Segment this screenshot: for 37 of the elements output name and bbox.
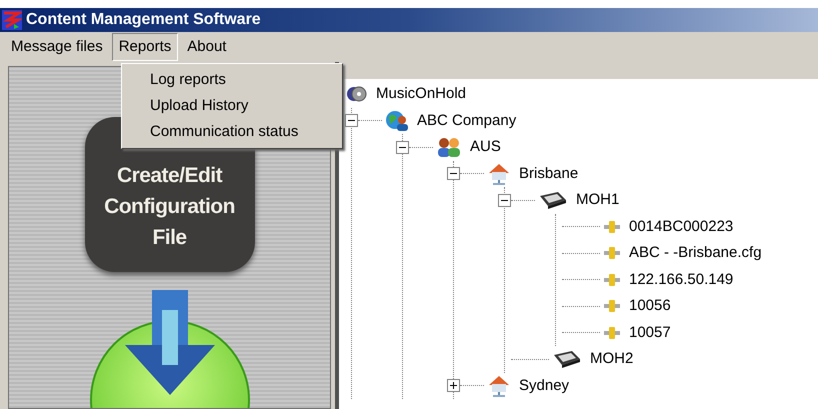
menu-item[interactable]: Message files <box>4 32 110 62</box>
people-icon <box>436 136 462 158</box>
tree-item-label[interactable]: MOH2 <box>590 348 634 370</box>
tree-item-label[interactable]: AUS <box>470 136 501 158</box>
window-title: Content Management Software <box>26 10 261 30</box>
device-icon <box>552 349 582 370</box>
tree-item-label[interactable]: 0014BC000223 <box>629 216 734 238</box>
menu-item[interactable]: About <box>180 32 234 62</box>
plus-icon <box>449 381 458 390</box>
tree-item-label[interactable]: 10057 <box>629 322 671 344</box>
expander-toggle[interactable] <box>345 114 358 128</box>
tree-item-label[interactable]: 122.166.50.149 <box>629 268 734 291</box>
dropdown-menu-item[interactable]: Upload History <box>122 93 342 119</box>
disc-icon <box>346 84 368 104</box>
expander-toggle[interactable] <box>396 140 409 154</box>
expander-toggle[interactable] <box>447 167 460 180</box>
tree-item-label[interactable]: MOH1 <box>576 189 620 212</box>
connector-icon <box>603 272 621 287</box>
app-logo-icon <box>2 10 22 30</box>
dropdown-menu-item[interactable]: Log reports <box>122 67 342 93</box>
connector-icon <box>603 326 621 340</box>
expander-toggle[interactable] <box>447 379 460 392</box>
device-icon <box>538 190 568 210</box>
tree-item-label[interactable]: ABC - -Brisbane.cfg <box>629 242 762 264</box>
tree-item-label[interactable]: 10056 <box>629 295 671 318</box>
tree-item-label[interactable]: ABC Company <box>417 110 516 132</box>
globe-person-icon <box>385 110 409 132</box>
connector-icon <box>603 299 621 314</box>
tree-item-label[interactable]: Brisbane <box>519 162 578 185</box>
house-icon <box>487 374 511 398</box>
tree-item-label[interactable]: Sydney <box>519 374 570 397</box>
menu-item[interactable]: Reports <box>112 32 178 62</box>
connector-icon <box>603 246 621 260</box>
tree-item-label[interactable]: MusicOnHold <box>376 83 466 106</box>
expander-toggle[interactable] <box>498 194 511 207</box>
connector-icon <box>603 220 621 234</box>
house-icon <box>487 162 511 186</box>
